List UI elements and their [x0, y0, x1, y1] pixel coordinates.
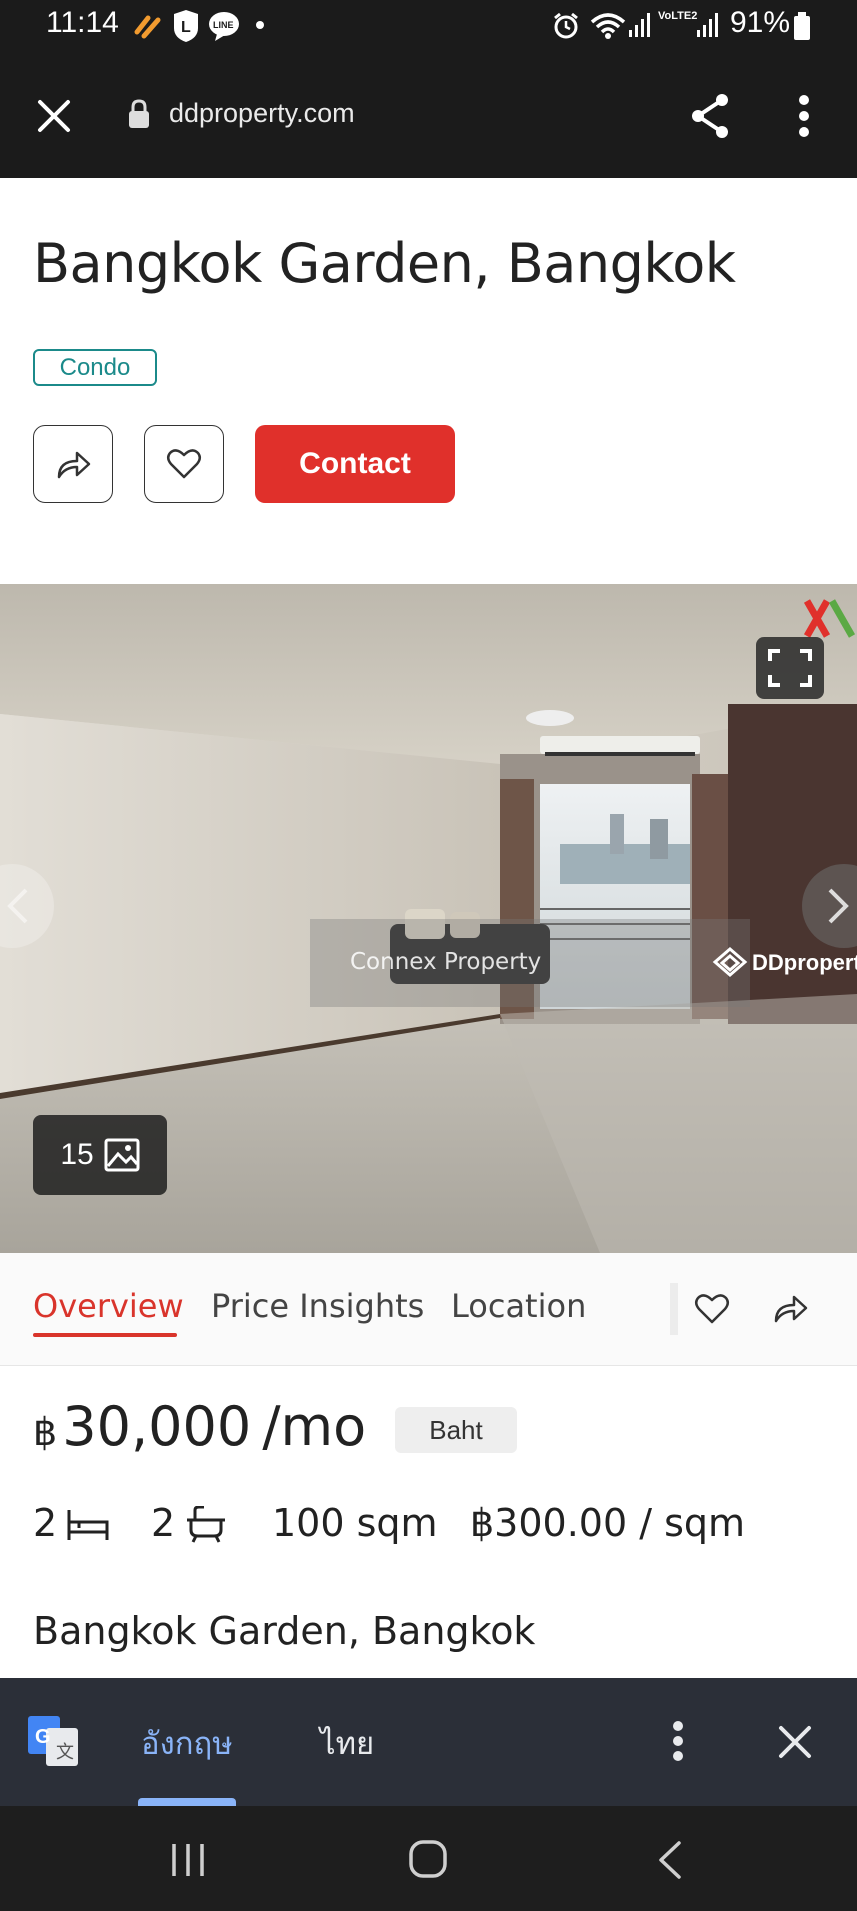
home-icon[interactable] — [408, 1839, 448, 1879]
signal-icon — [696, 12, 718, 38]
share-arrow-icon — [57, 451, 91, 479]
chevron-right-icon — [828, 888, 849, 924]
currency-symbol: ฿ — [33, 1410, 58, 1454]
tab-divider — [670, 1283, 678, 1335]
signal-icon — [628, 12, 650, 38]
floor-area: 100 sqm — [272, 1501, 438, 1545]
currency-chip[interactable]: Baht — [395, 1407, 517, 1453]
alarm-icon — [552, 12, 580, 40]
recent-apps-icon[interactable] — [170, 1842, 206, 1878]
tab-location[interactable]: Location — [451, 1287, 586, 1325]
price-amount: 30,000 — [62, 1395, 252, 1458]
section-tabs: Overview Price Insights Location — [0, 1253, 857, 1366]
wifi-icon — [588, 10, 628, 40]
tab-favorite-icon[interactable] — [694, 1293, 730, 1325]
share-button[interactable] — [33, 425, 113, 503]
line-chat-icon: LINE — [207, 10, 241, 42]
tab-active-indicator — [33, 1333, 177, 1337]
contact-button[interactable]: Contact — [255, 425, 455, 503]
gallery-icon — [104, 1138, 140, 1172]
bathroom-count: 2 — [151, 1501, 176, 1545]
line-l-icon: L — [172, 10, 200, 42]
chevron-left-icon — [7, 888, 28, 924]
price-per-sqm: ฿300.00 / sqm — [470, 1501, 746, 1545]
bed-icon — [66, 1508, 110, 1542]
heart-icon — [167, 449, 201, 479]
photo-count-button[interactable]: 15 — [33, 1115, 167, 1195]
battery-icon — [793, 12, 811, 40]
watermark-connex: Connex Property — [350, 949, 542, 975]
fullscreen-button[interactable] — [756, 637, 824, 699]
android-nav-bar — [0, 1806, 857, 1911]
svg-text:L: L — [181, 19, 191, 36]
tab-share-icon[interactable] — [772, 1293, 810, 1325]
back-icon[interactable] — [655, 1840, 685, 1880]
listing-title: Bangkok Garden, Bangkok — [33, 232, 736, 295]
watermark-ddproperty: DDproperty — [752, 950, 857, 975]
bath-icon — [184, 1506, 228, 1544]
url-text[interactable]: ddproperty.com — [169, 98, 355, 129]
more-vert-icon[interactable] — [797, 94, 811, 138]
status-time: 11:14 — [46, 6, 119, 39]
tab-overview[interactable]: Overview — [33, 1287, 184, 1325]
listing-address: Bangkok Garden, Bangkok — [33, 1609, 536, 1653]
notification-icon — [134, 12, 164, 40]
translate-bar: G文 อังกฤษ ไทย — [0, 1678, 857, 1806]
price-period: /mo — [262, 1395, 367, 1458]
svg-text:LINE: LINE — [213, 20, 234, 30]
dot-icon — [255, 20, 265, 30]
translate-target-lang[interactable]: ไทย — [320, 1718, 374, 1768]
browser-toolbar: ddproperty.com — [0, 52, 857, 178]
photo-count: 15 — [60, 1138, 94, 1171]
translate-more-icon[interactable] — [671, 1720, 685, 1762]
google-translate-icon: G文 — [28, 1716, 80, 1768]
volte-label: VoLTE2 — [658, 10, 698, 22]
svg-text:G: G — [35, 1726, 51, 1748]
translate-source-lang[interactable]: อังกฤษ — [141, 1718, 233, 1768]
bedroom-count: 2 — [33, 1501, 58, 1545]
share-icon[interactable] — [688, 92, 732, 140]
svg-text:文: 文 — [56, 1742, 74, 1763]
fullscreen-icon — [768, 649, 812, 687]
translate-active-indicator — [138, 1798, 236, 1806]
next-photo-button[interactable] — [802, 864, 857, 948]
ddproperty-logo-icon — [712, 946, 748, 982]
translate-close-icon[interactable] — [777, 1724, 813, 1760]
tab-price-insights[interactable]: Price Insights — [211, 1287, 424, 1325]
favorite-button[interactable] — [144, 425, 224, 503]
volte-icon: VoLTE2 — [658, 10, 697, 23]
property-type-badge: Condo — [33, 349, 157, 386]
close-icon[interactable] — [36, 98, 72, 134]
lock-icon — [126, 98, 152, 130]
prev-photo-button[interactable] — [0, 864, 54, 948]
price-block: ฿ 30,000 /mo — [33, 1395, 366, 1458]
battery-percent: 91% — [730, 6, 791, 39]
status-bar: 11:14 L LINE VoLTE2 91% — [0, 0, 857, 52]
